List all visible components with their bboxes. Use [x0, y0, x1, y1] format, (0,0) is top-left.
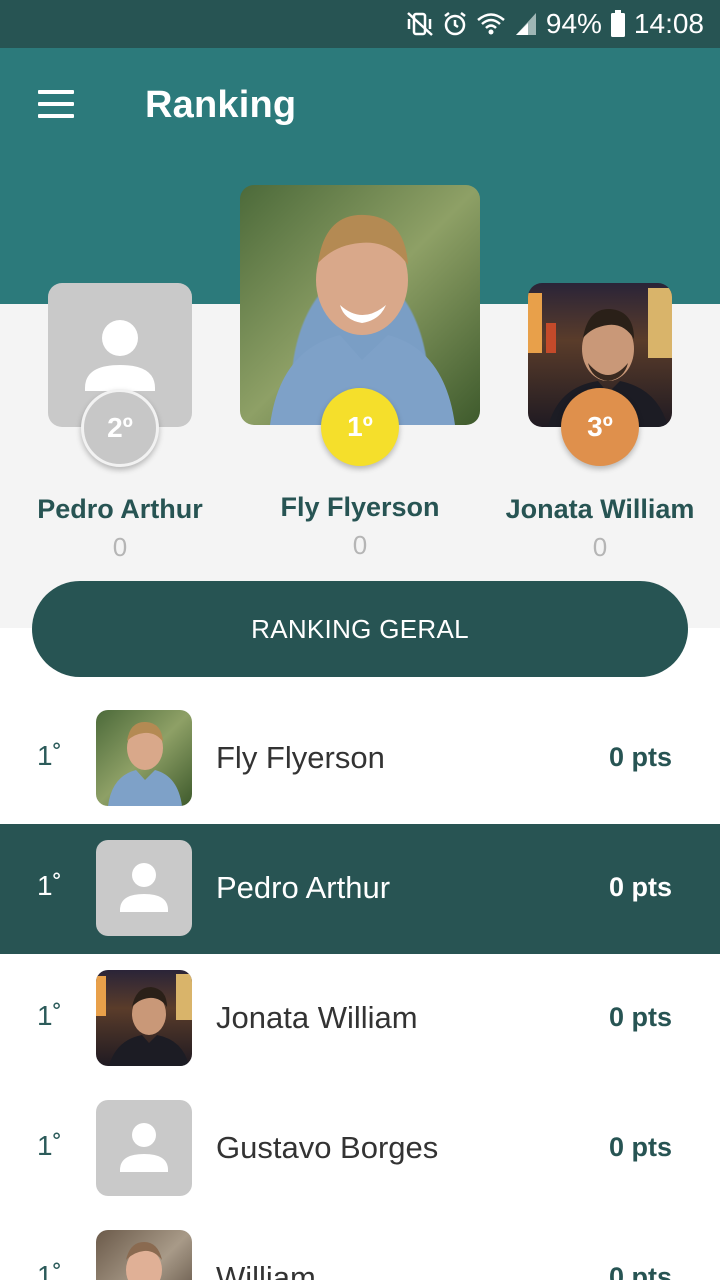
page-title: Ranking	[145, 84, 297, 126]
person-photo	[108, 721, 182, 806]
status-bar: 94% 14:08	[0, 0, 720, 48]
user-placeholder-icon	[120, 1123, 168, 1172]
list-item-points: 0 pts	[608, 1002, 672, 1032]
podium-third-name: Jonata William	[505, 494, 695, 524]
list-item[interactable]: 1˚ Gustavo Borges 0 pts	[0, 1084, 720, 1214]
list-item-name: Jonata William	[216, 1000, 418, 1035]
battery-icon	[610, 10, 625, 37]
mute-vibrate-icon	[407, 12, 433, 36]
list-item-name: Gustavo Borges	[216, 1130, 439, 1165]
list-item-name: William	[216, 1260, 316, 1280]
list-item-avatar	[96, 1230, 192, 1280]
battery-percentage: 94%	[545, 8, 602, 39]
user-placeholder-icon	[120, 863, 168, 912]
signal-icon	[515, 13, 536, 35]
podium-first-score: 0	[352, 530, 368, 560]
podium-third-medal: 3º	[561, 388, 639, 466]
list-item[interactable]: 1˚ Jonata William 0 pts	[0, 954, 720, 1084]
list-item-points: 0 pts	[608, 1132, 672, 1162]
list-item-avatar	[96, 1100, 192, 1196]
list-item-name: Pedro Arthur	[216, 870, 391, 905]
podium-second-name: Pedro Arthur	[37, 494, 203, 524]
list-item-avatar	[96, 970, 192, 1066]
list-item[interactable]: 1˚ Fly Flyerson 0 pts	[0, 694, 720, 824]
list-item-position: 1˚	[37, 1130, 62, 1161]
podium-third-score: 0	[592, 532, 608, 562]
podium-second-medal: 2º	[81, 389, 159, 467]
list-item-points: 0 pts	[608, 1262, 672, 1280]
list-item[interactable]: 1˚ William 0 pts	[0, 1214, 720, 1280]
list-item[interactable]: 1˚ Pedro Arthur 0 pts	[0, 824, 720, 954]
ranking-geral-button[interactable]: RANKING GERAL	[32, 581, 688, 677]
person-photo	[126, 1242, 162, 1280]
status-icons: 94% 14:08	[406, 8, 704, 40]
list-item-name: Fly Flyerson	[216, 740, 385, 775]
list-item-position: 1˚	[37, 1000, 62, 1031]
list-item-points: 0 pts	[608, 872, 672, 902]
ranking-list: 1˚ Fly Flyerson 0 pts 1˚ Pedro Arthur 0 …	[0, 694, 720, 1280]
list-item-avatar	[96, 710, 192, 806]
list-item-avatar	[96, 840, 192, 936]
person-photo	[96, 974, 192, 1066]
podium-first-medal: 1º	[321, 388, 399, 466]
list-item-position: 1˚	[37, 870, 62, 901]
podium-first-name: Fly Flyerson	[280, 492, 440, 522]
list-item-position: 1˚	[37, 740, 62, 771]
podium-second-score: 0	[112, 532, 128, 562]
hamburger-menu-icon[interactable]	[30, 84, 82, 124]
alarm-icon	[444, 12, 466, 36]
wifi-icon	[477, 13, 505, 35]
list-item-points: 0 pts	[608, 742, 672, 772]
list-item-position: 1˚	[37, 1260, 62, 1280]
clock: 14:08	[633, 8, 704, 39]
